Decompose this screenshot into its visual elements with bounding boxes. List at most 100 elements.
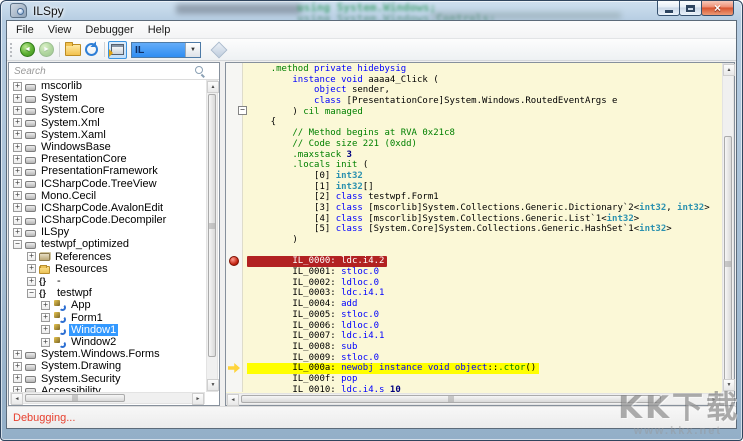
expand-icon[interactable]: +: [13, 155, 22, 164]
menu-item-view[interactable]: View: [41, 23, 79, 37]
tree-item-testwpf-optimized[interactable]: −testwpf_optimized: [10, 238, 206, 250]
expand-icon[interactable]: +: [13, 203, 22, 212]
code-line[interactable]: IL_0008: sub: [247, 342, 721, 353]
code-line[interactable]: ): [247, 235, 721, 246]
il-code-view[interactable]: .method private hidebysig instance void …: [243, 63, 721, 392]
tree-horizontal-scrollbar[interactable]: ◄ ►: [10, 392, 205, 404]
combobox-dropdown-button[interactable]: ▼: [185, 43, 200, 57]
tree-item-references[interactable]: +References: [10, 251, 206, 263]
tree-item-windowsbase[interactable]: +WindowsBase: [10, 141, 206, 153]
code-line[interactable]: .method private hidebysig: [247, 64, 721, 75]
tree-item-ilspy[interactable]: +ILSpy: [10, 226, 206, 238]
code-line[interactable]: [1] int32[]: [247, 182, 721, 193]
menu-item-file[interactable]: File: [9, 23, 41, 37]
tree-item-window2[interactable]: +Window2: [10, 336, 206, 348]
code-line[interactable]: [247, 246, 721, 257]
open-assembly-button[interactable]: [63, 41, 82, 59]
expand-icon[interactable]: +: [27, 252, 36, 261]
expand-icon[interactable]: +: [13, 350, 22, 359]
expand-icon[interactable]: +: [13, 143, 22, 152]
code-line[interactable]: IL_0004: add: [247, 299, 721, 310]
tree-item-window1[interactable]: +Window1: [10, 324, 206, 336]
tree-item--[interactable]: +{}-: [10, 275, 206, 287]
collapse-icon[interactable]: −: [13, 240, 22, 249]
expand-icon[interactable]: +: [13, 167, 22, 176]
expand-icon[interactable]: +: [13, 82, 22, 91]
continue-button[interactable]: [209, 41, 228, 59]
expand-icon[interactable]: +: [13, 216, 22, 225]
code-line[interactable]: IL_0003: ldc.i4.1: [247, 288, 721, 299]
scrollbar-thumb[interactable]: [724, 136, 732, 391]
tree-item-accessibility[interactable]: +Accessibility: [10, 385, 206, 392]
code-line[interactable]: {: [247, 117, 721, 128]
code-line[interactable]: [0] int32: [247, 171, 721, 182]
minimize-button[interactable]: [657, 1, 680, 16]
close-button[interactable]: ×: [701, 1, 734, 16]
language-combobox[interactable]: IL ▼: [131, 42, 201, 58]
expand-icon[interactable]: +: [41, 338, 50, 347]
search-input[interactable]: [12, 64, 196, 79]
code-line[interactable]: [5] class [System.Core]System.Collection…: [247, 224, 721, 235]
expand-icon[interactable]: +: [13, 106, 22, 115]
collapse-icon[interactable]: −: [27, 289, 36, 298]
code-line[interactable]: // Code size 221 (0xdd): [247, 139, 721, 150]
tree-item-system-core[interactable]: +System.Core: [10, 104, 206, 116]
tree-item-system-security[interactable]: +System.Security: [10, 373, 206, 385]
scroll-down-button[interactable]: ▼: [723, 379, 735, 391]
code-line[interactable]: IL_0006: ldloc.0: [247, 321, 721, 332]
maximize-button[interactable]: [679, 1, 702, 16]
expand-icon[interactable]: +: [41, 325, 50, 334]
tree-item-testwpf[interactable]: −{}testwpf: [10, 287, 206, 299]
expand-icon[interactable]: +: [27, 277, 36, 286]
expand-icon[interactable]: +: [27, 264, 36, 273]
tree-item-presentationframework[interactable]: +PresentationFramework: [10, 165, 206, 177]
scrollbar-thumb[interactable]: [25, 394, 125, 402]
tree-item-icsharpcode-treeview[interactable]: +ICSharpCode.TreeView: [10, 178, 206, 190]
tree-item-icsharpcode-decompiler[interactable]: +ICSharpCode.Decompiler: [10, 214, 206, 226]
scroll-left-button[interactable]: ◄: [227, 394, 239, 406]
tree-item-mono-cecil[interactable]: +Mono.Cecil: [10, 190, 206, 202]
scroll-right-button[interactable]: ►: [192, 393, 204, 405]
menu-item-help[interactable]: Help: [141, 23, 178, 37]
code-line[interactable]: IL_0010: ldc.i4.s 10: [247, 385, 721, 392]
expand-icon[interactable]: +: [13, 94, 22, 103]
scroll-up-button[interactable]: ▲: [723, 64, 735, 76]
tree-item-system-windows-forms[interactable]: +System.Windows.Forms: [10, 348, 206, 360]
forward-button[interactable]: ►: [37, 41, 56, 59]
tree-item-form1[interactable]: +Form1: [10, 312, 206, 324]
expand-icon[interactable]: +: [13, 362, 22, 371]
code-line[interactable]: IL_0009: stloc.0: [247, 353, 721, 364]
tree-item-app[interactable]: +App: [10, 299, 206, 311]
toolbar-grip[interactable]: [10, 43, 15, 57]
fold-marker-icon[interactable]: −: [238, 106, 247, 115]
breakpoint-icon[interactable]: [229, 256, 239, 266]
expand-icon[interactable]: +: [41, 301, 50, 310]
code-line-breakpoint[interactable]: IL_0000: ldc.i4.2: [247, 256, 721, 267]
scroll-left-button[interactable]: ◄: [11, 393, 23, 405]
expand-icon[interactable]: +: [13, 191, 22, 200]
tree-item-system-xml[interactable]: +System.Xml: [10, 117, 206, 129]
scroll-right-button[interactable]: ►: [708, 394, 720, 406]
scroll-down-button[interactable]: ▼: [207, 379, 219, 391]
scrollbar-thumb[interactable]: [241, 395, 661, 403]
expand-icon[interactable]: +: [13, 130, 22, 139]
code-line[interactable]: [3] class [mscorlib]System.Collections.G…: [247, 203, 721, 214]
tree-item-system-xaml[interactable]: +System.Xaml: [10, 129, 206, 141]
code-line[interactable]: IL_0007: ldc.i4.1: [247, 331, 721, 342]
back-button[interactable]: ◄: [18, 41, 37, 59]
code-line[interactable]: IL_0001: stloc.0: [247, 267, 721, 278]
expand-icon[interactable]: +: [41, 313, 50, 322]
code-line[interactable]: [4] class [mscorlib]System.Collections.G…: [247, 214, 721, 225]
refresh-button[interactable]: [82, 41, 101, 59]
scroll-up-button[interactable]: ▲: [207, 81, 219, 93]
code-line[interactable]: class [PresentationCore]System.Windows.R…: [247, 96, 721, 107]
expand-icon[interactable]: +: [13, 228, 22, 237]
titlebar[interactable]: using System.Windows; using System.Windo…: [1, 1, 742, 20]
tree-item-icsharpcode-avalonedit[interactable]: +ICSharpCode.AvalonEdit: [10, 202, 206, 214]
code-line-current[interactable]: IL_000a: newobj instance void object::.c…: [247, 363, 721, 374]
code-line[interactable]: .locals init (: [247, 160, 721, 171]
code-line[interactable]: .maxstack 3: [247, 150, 721, 161]
code-line[interactable]: [2] class testwpf.Form1: [247, 192, 721, 203]
scrollbar-thumb[interactable]: [208, 94, 216, 357]
code-line[interactable]: instance void aaaa4_Click (: [247, 75, 721, 86]
